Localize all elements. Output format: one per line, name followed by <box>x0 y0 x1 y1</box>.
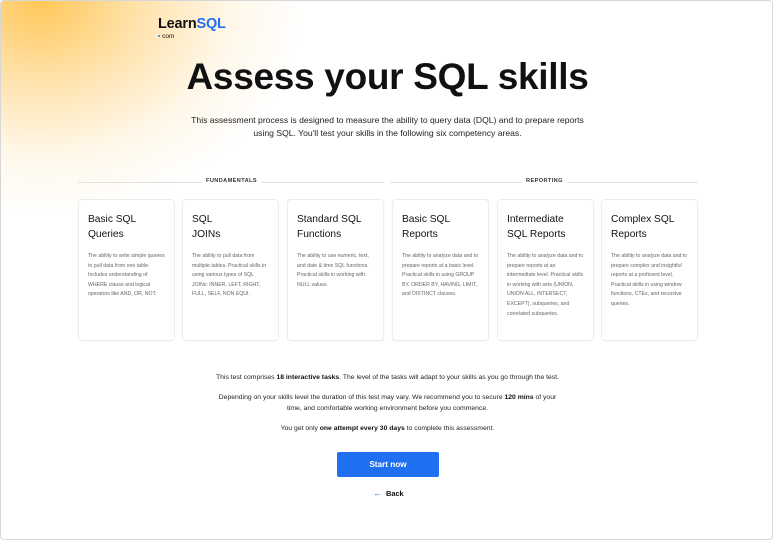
card-title: Complex SQL Reports <box>611 214 675 240</box>
card-title: Basic SQL Reports <box>402 214 451 240</box>
card-description: The ability to use numeric, text, and da… <box>297 253 369 288</box>
logo-domain: • com <box>158 32 226 41</box>
competency-card-standard-sql-functions: Standard SQL Functions The ability to us… <box>287 199 384 341</box>
card-title: Standard SQL Functions <box>297 214 362 240</box>
card-description: The ability to analyze data and to prepa… <box>402 253 479 298</box>
competency-card-intermediate-sql-reports: Intermediate SQL Reports The ability to … <box>497 199 594 341</box>
page-title: Assess your SQL skills <box>186 56 589 97</box>
card-description: The ability to write simple queries to p… <box>88 253 165 298</box>
logo-domain-text: com <box>162 32 175 40</box>
logo-wordmark: LearnSQL <box>158 17 226 32</box>
card-description: The ability to analyze data and to prepa… <box>611 253 688 307</box>
card-title: Basic SQL Queries <box>88 214 137 240</box>
competency-card-basic-sql-queries: Basic SQL Queries The ability to write s… <box>78 199 175 341</box>
info-duration: Depending on your skills level the durat… <box>211 392 564 414</box>
card-description: The ability to pull data from multiple t… <box>192 253 267 298</box>
group-label-reporting: REPORTING <box>522 178 567 184</box>
arrow-left-icon: ← <box>373 488 382 498</box>
info-tasks: This test comprises 18 interactive tasks… <box>151 372 624 383</box>
info-text: You get only <box>280 425 320 432</box>
back-link-label: Back <box>386 489 404 498</box>
competency-card-complex-sql-reports: Complex SQL Reports The ability to analy… <box>601 199 698 341</box>
info-text: . The level of the tasks will adapt to y… <box>339 374 559 381</box>
card-title: SQL JOINs <box>192 214 221 240</box>
logo-word-sql: SQL <box>196 16 226 32</box>
info-text: This test comprises <box>216 374 277 381</box>
card-title: Intermediate SQL Reports <box>507 214 566 240</box>
card-description: The ability to analyze data and to prepa… <box>507 253 584 317</box>
info-text: Depending on your skills level the durat… <box>218 394 505 401</box>
info-highlight: 18 interactive tasks <box>276 374 340 381</box>
info-highlight: one attempt every 30 days <box>319 425 405 432</box>
competency-card-basic-sql-reports: Basic SQL Reports The ability to analyze… <box>392 199 489 341</box>
info-attempts: You get only one attempt every 30 days t… <box>151 423 624 434</box>
group-label-fundamentals: FUNDAMENTALS <box>202 178 261 184</box>
info-text: to complete this assessment. <box>404 425 495 432</box>
competency-card-sql-joins: SQL JOINs The ability to pull data from … <box>182 199 279 341</box>
start-now-button[interactable]: Start now <box>337 452 439 477</box>
info-highlight: 120 mins <box>504 394 534 401</box>
back-link[interactable]: ← Back <box>373 488 404 499</box>
learnsql-logo[interactable]: LearnSQL • com <box>158 17 226 40</box>
page-frame: LearnSQL • com Assess your SQL skills Th… <box>0 0 773 540</box>
logo-word-learn: Learn <box>158 16 197 32</box>
page-intro: This assessment process is designed to m… <box>191 115 584 138</box>
logo-dot: • <box>158 32 161 40</box>
